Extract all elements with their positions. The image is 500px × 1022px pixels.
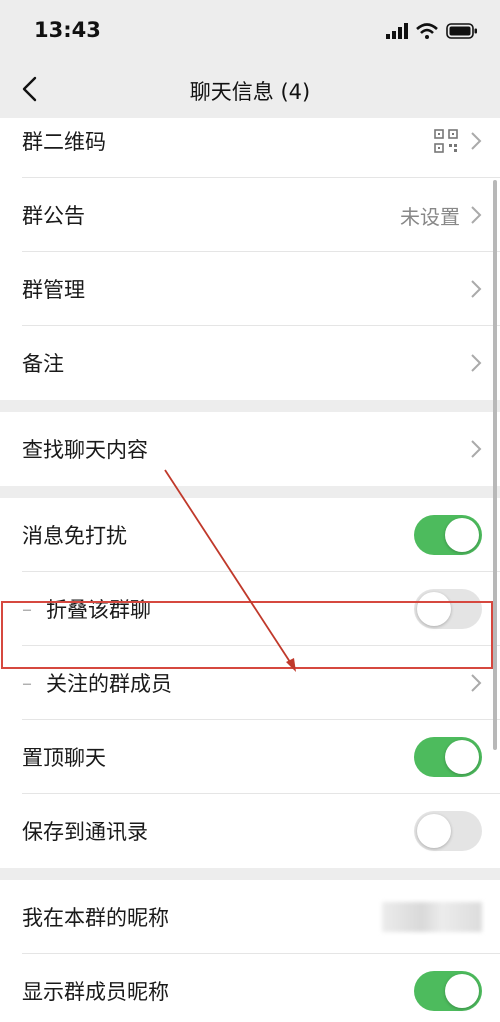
row-label: 群公告 xyxy=(22,204,85,228)
row-label: 关注的群成员 xyxy=(46,672,172,696)
row-label: 保存到通讯录 xyxy=(22,820,148,844)
signal-icon xyxy=(386,23,408,39)
chevron-right-icon xyxy=(471,206,482,224)
status-icons xyxy=(386,20,478,42)
section-gap xyxy=(0,400,500,412)
toggle-knob xyxy=(417,592,451,626)
row-remark[interactable]: 备注 xyxy=(0,326,500,400)
blurred-nickname-value xyxy=(382,902,482,932)
status-bar: 13:43 xyxy=(0,0,500,60)
row-search-chat[interactable]: 查找聊天内容 xyxy=(0,412,500,486)
group-info-section: 群二维码 群公告 未设置 群管理 备注 xyxy=(0,118,500,400)
chevron-right-icon xyxy=(471,280,482,298)
section-gap xyxy=(0,868,500,880)
row-label: 我在本群的昵称 xyxy=(22,906,169,930)
status-time: 13:43 xyxy=(34,18,101,42)
row-mute: 消息免打扰 xyxy=(0,498,500,572)
mute-toggle[interactable] xyxy=(414,515,482,555)
row-label: 备注 xyxy=(22,352,64,376)
row-fold-group: – 折叠该群聊 xyxy=(0,572,500,646)
settings-list: 群二维码 群公告 未设置 群管理 备注 查找聊天内容 消息免打扰 – 折叠该群聊… xyxy=(0,118,500,1022)
row-group-notice[interactable]: 群公告 未设置 xyxy=(0,178,500,252)
indent-dash: – xyxy=(22,597,32,621)
toggle-knob xyxy=(417,814,451,848)
indent-dash: – xyxy=(22,671,32,695)
row-label: 消息免打扰 xyxy=(22,524,127,548)
row-save-to-contacts: 保存到通讯录 xyxy=(0,794,500,868)
row-group-qrcode[interactable]: 群二维码 xyxy=(0,118,500,178)
row-label: 置顶聊天 xyxy=(22,746,106,770)
search-section: 查找聊天内容 xyxy=(0,412,500,486)
chevron-right-icon xyxy=(471,354,482,372)
row-pin-chat: 置顶聊天 xyxy=(0,720,500,794)
row-label: 查找聊天内容 xyxy=(22,438,148,462)
pin-toggle[interactable] xyxy=(414,737,482,777)
nickname-section: 我在本群的昵称 显示群成员昵称 xyxy=(0,880,500,1022)
nav-bar: 聊天信息 (4) xyxy=(0,60,500,118)
qrcode-icon xyxy=(434,129,458,153)
show-nicknames-toggle[interactable] xyxy=(414,971,482,1011)
save-contacts-toggle[interactable] xyxy=(414,811,482,851)
fold-toggle[interactable] xyxy=(414,589,482,629)
scrollbar[interactable] xyxy=(493,180,497,750)
row-show-nicknames: 显示群成员昵称 xyxy=(0,954,500,1022)
chevron-right-icon xyxy=(471,132,482,150)
row-label: 折叠该群聊 xyxy=(46,598,151,622)
battery-icon xyxy=(446,23,477,39)
chat-settings-section: 消息免打扰 – 折叠该群聊 – 关注的群成员 置顶聊天 保存到通讯录 xyxy=(0,498,500,868)
toggle-knob xyxy=(445,740,479,774)
page-title: 聊天信息 (4) xyxy=(189,80,311,104)
row-label: 显示群成员昵称 xyxy=(22,980,169,1004)
row-my-nickname[interactable]: 我在本群的昵称 xyxy=(0,880,500,954)
row-label: 群管理 xyxy=(22,278,85,302)
notice-value: 未设置 xyxy=(400,204,460,229)
chevron-right-icon xyxy=(471,440,482,458)
section-gap xyxy=(0,486,500,498)
toggle-knob xyxy=(445,518,479,552)
wifi-icon xyxy=(416,23,438,39)
chevron-right-icon xyxy=(471,674,482,692)
row-label: 群二维码 xyxy=(22,130,106,154)
toggle-knob xyxy=(445,974,479,1008)
row-group-manage[interactable]: 群管理 xyxy=(0,252,500,326)
row-followed-members[interactable]: – 关注的群成员 xyxy=(0,646,500,720)
